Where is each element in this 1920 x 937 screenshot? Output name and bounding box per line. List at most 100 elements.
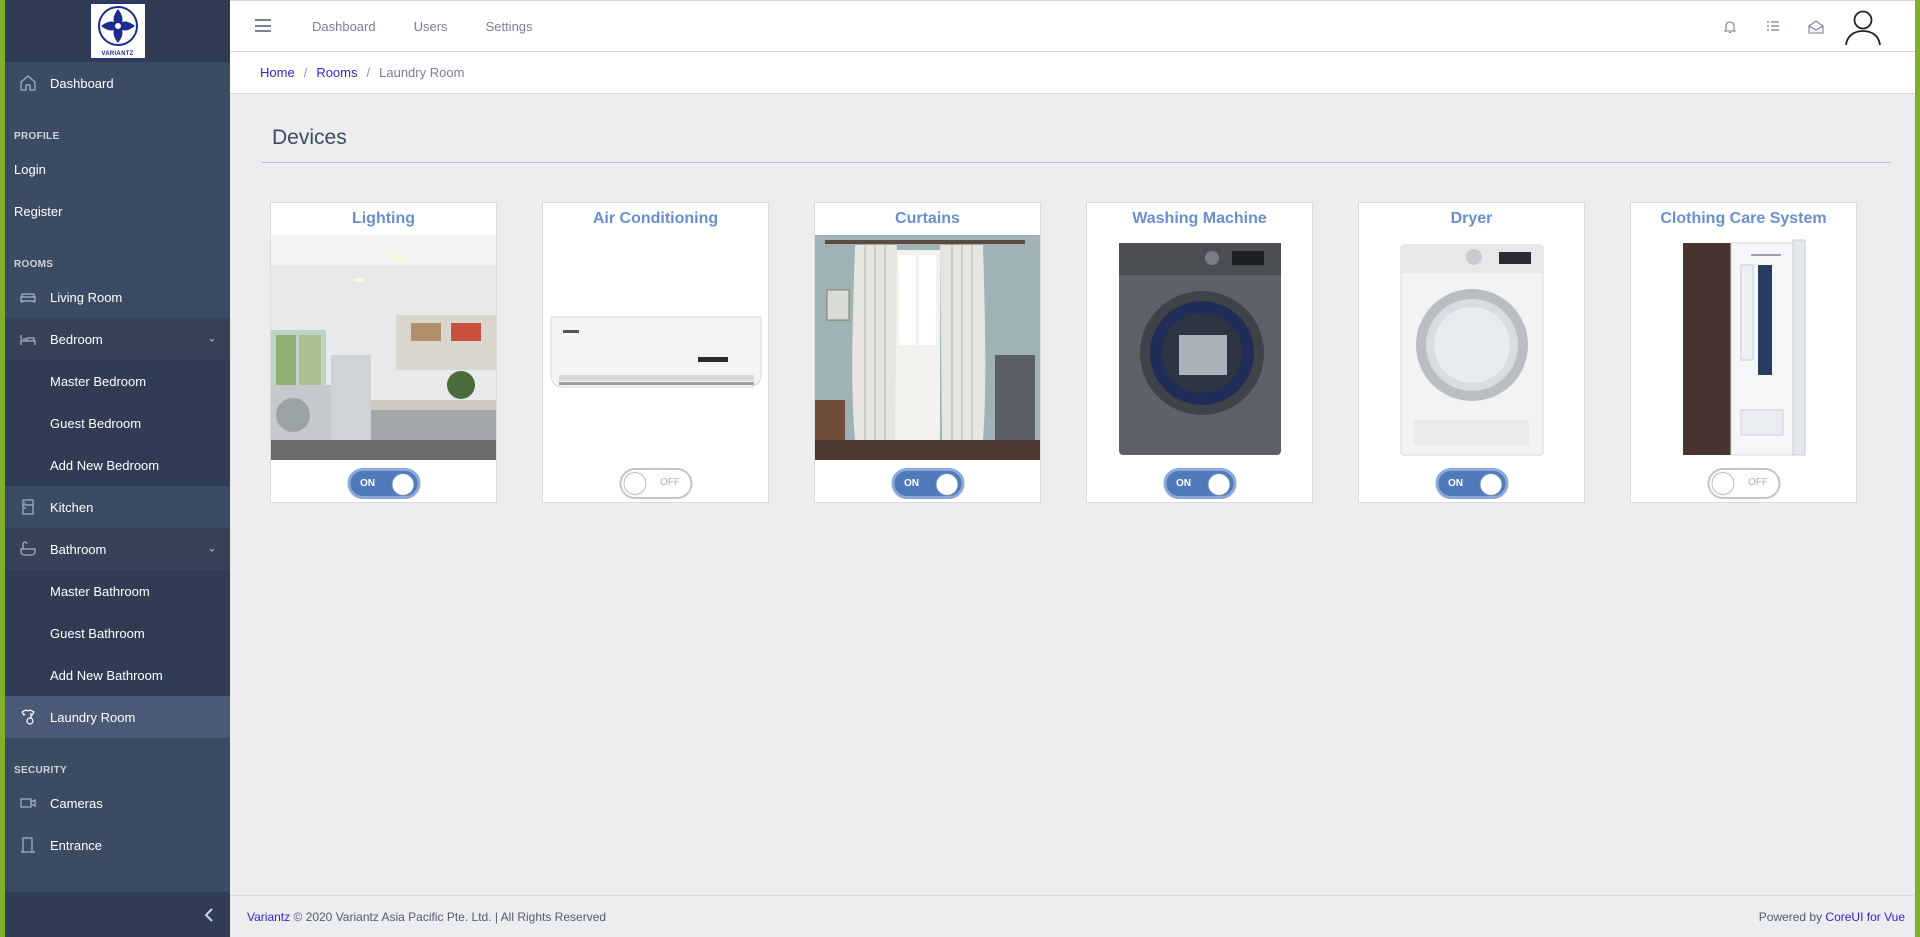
- footer-right: Powered by CoreUI for Vue: [1759, 910, 1905, 924]
- device-name: Dryer: [1450, 210, 1493, 227]
- bell-icon[interactable]: [1721, 18, 1739, 36]
- sidebar-item-label: Living Room: [50, 289, 123, 305]
- sidebar-item-login[interactable]: Login: [5, 148, 230, 190]
- sidebar-item-add-new-bedroom[interactable]: Add New Bedroom: [5, 444, 230, 486]
- sidebar-item-entrance[interactable]: Entrance: [5, 824, 230, 866]
- fridge-icon: [22, 499, 34, 515]
- header-link-dashboard[interactable]: Dashboard: [312, 19, 376, 34]
- sidebar-item-label: Bedroom: [50, 331, 103, 347]
- device-card-dryer: Dryer ON: [1358, 202, 1585, 503]
- device-name: Curtains: [895, 210, 960, 227]
- bedroom-submenu: Master Bedroom Guest Bedroom Add New Bed…: [5, 360, 230, 486]
- brand[interactable]: VARIANTZ: [5, 0, 230, 62]
- device-power-toggle[interactable]: ON: [347, 468, 420, 499]
- footer-powered-by: Powered by: [1758, 909, 1826, 924]
- footer-left: Variantz © 2020 Variantz Asia Pacific Pt…: [247, 910, 606, 924]
- toggle-label: ON: [1176, 478, 1191, 489]
- device-power-toggle[interactable]: ON: [1163, 468, 1236, 499]
- sidebar-item-guest-bedroom[interactable]: Guest Bedroom: [5, 402, 230, 444]
- lighting-image: [271, 235, 496, 460]
- device-power-toggle[interactable]: OFF: [619, 468, 692, 499]
- sidebar-item-master-bathroom[interactable]: Master Bathroom: [5, 570, 230, 612]
- toggle-knob: [935, 473, 958, 496]
- variantz-logo: VARIANTZ: [89, 3, 146, 59]
- sidebar-item-laundry-room[interactable]: Laundry Room: [5, 696, 230, 738]
- chevron-down-icon: ⌄: [207, 333, 216, 345]
- device-name: Clothing Care System: [1660, 210, 1827, 227]
- sidebar-item-living-room[interactable]: Living Room: [5, 276, 230, 318]
- footer-coreui-link[interactable]: CoreUI for Vue: [1825, 910, 1905, 924]
- sidebar-item-guest-bathroom[interactable]: Guest Bathroom: [5, 612, 230, 654]
- device-power-toggle[interactable]: OFF: [1707, 468, 1780, 499]
- sidebar-nav: Dashboard PROFILE Login Register ROOMS L…: [5, 62, 230, 866]
- curtains-image: [815, 235, 1040, 460]
- header-link-settings[interactable]: Settings: [486, 19, 533, 34]
- section-title-security: SECURITY: [14, 765, 67, 776]
- header-nav: Dashboard Users Settings: [312, 1, 571, 52]
- device-cards: Lighting ON Air Conditioning OFF Curtain…: [270, 202, 1857, 503]
- sidebar-item-kitchen[interactable]: Kitchen: [5, 486, 230, 528]
- sidebar-item-label: Cameras: [50, 795, 103, 811]
- menu-toggle-icon[interactable]: [255, 19, 271, 32]
- breadcrumb: Home / Rooms / Laundry Room: [230, 52, 1915, 94]
- sidebar-item-dashboard[interactable]: Dashboard: [5, 62, 230, 104]
- door-icon: [21, 837, 35, 853]
- sidebar-item-label: Entrance: [50, 837, 103, 853]
- sidebar-item-add-new-bathroom[interactable]: Add New Bathroom: [5, 654, 230, 696]
- header-link-users[interactable]: Users: [414, 19, 448, 34]
- breadcrumb-home[interactable]: Home: [260, 65, 295, 80]
- toggle-knob: [623, 472, 646, 495]
- toggle-knob: [391, 473, 414, 496]
- sidebar: VARIANTZ Dashboard PROFILE Login Registe…: [5, 0, 230, 937]
- sidebar-item-bathroom[interactable]: Bathroom ⌄: [5, 528, 230, 570]
- device-power-toggle[interactable]: ON: [891, 468, 964, 499]
- device-card-air-conditioning: Air Conditioning OFF: [542, 202, 769, 503]
- toggle-label: OFF: [1748, 477, 1768, 488]
- device-card-clothing-care-system: Clothing Care System OFF: [1630, 202, 1857, 503]
- sidebar-item-label: Laundry Room: [50, 709, 136, 725]
- sidebar-item-master-bedroom[interactable]: Master Bedroom: [5, 360, 230, 402]
- bathtub-icon: [20, 541, 36, 556]
- bed-icon: [20, 335, 36, 345]
- toggle-label: ON: [904, 478, 919, 489]
- breadcrumb-separator: /: [303, 65, 308, 80]
- bathroom-submenu: Master Bathroom Guest Bathroom Add New B…: [5, 570, 230, 696]
- section-title-profile: PROFILE: [14, 131, 60, 142]
- sidebar-item-label: Kitchen: [50, 499, 94, 515]
- device-power-toggle[interactable]: ON: [1435, 468, 1508, 499]
- logo-emblem-icon: [97, 6, 138, 46]
- app-window: VARIANTZ Dashboard PROFILE Login Registe…: [5, 0, 1915, 937]
- toggle-knob: [1711, 472, 1734, 495]
- breadcrumb-rooms[interactable]: Rooms: [316, 65, 357, 80]
- toggle-knob: [1479, 473, 1502, 496]
- toggle-label: ON: [1448, 478, 1463, 489]
- video-camera-icon: [20, 798, 36, 808]
- top-header: Dashboard Users Settings: [230, 0, 1915, 52]
- footer-copyright: © 2020 Variantz Asia Pacific Pte. Ltd. |…: [293, 909, 607, 924]
- sidebar-item-register[interactable]: Register: [5, 190, 230, 232]
- title-divider: [262, 162, 1891, 163]
- sidebar-item-label: Bathroom: [50, 541, 107, 557]
- air-conditioner-image: [543, 235, 768, 460]
- laundry-icon: [21, 709, 35, 725]
- device-name: Washing Machine: [1132, 210, 1267, 227]
- chevron-down-icon: ⌄: [207, 543, 216, 555]
- task-list-icon[interactable]: [1764, 18, 1782, 36]
- home-icon: [20, 75, 36, 91]
- device-name: Lighting: [351, 210, 416, 227]
- section-title-rooms: ROOMS: [14, 259, 54, 270]
- chevron-left-icon: [204, 907, 213, 922]
- logo-text: VARIANTZ: [101, 51, 134, 57]
- sidebar-minimize-button[interactable]: [5, 892, 230, 937]
- toggle-knob: [1207, 473, 1230, 496]
- sidebar-item-cameras[interactable]: Cameras: [5, 782, 230, 824]
- user-avatar-icon[interactable]: [1843, 7, 1883, 47]
- footer-brand-link[interactable]: Variantz: [247, 910, 290, 924]
- sofa-icon: [20, 293, 36, 303]
- page-title: Devices: [272, 126, 347, 149]
- sidebar-item-label: Dashboard: [50, 75, 114, 91]
- envelope-open-icon[interactable]: [1807, 18, 1825, 36]
- window-edge: [1915, 0, 1920, 937]
- sidebar-item-bedroom[interactable]: Bedroom ⌄: [5, 318, 230, 360]
- washing-machine-image: [1087, 235, 1312, 460]
